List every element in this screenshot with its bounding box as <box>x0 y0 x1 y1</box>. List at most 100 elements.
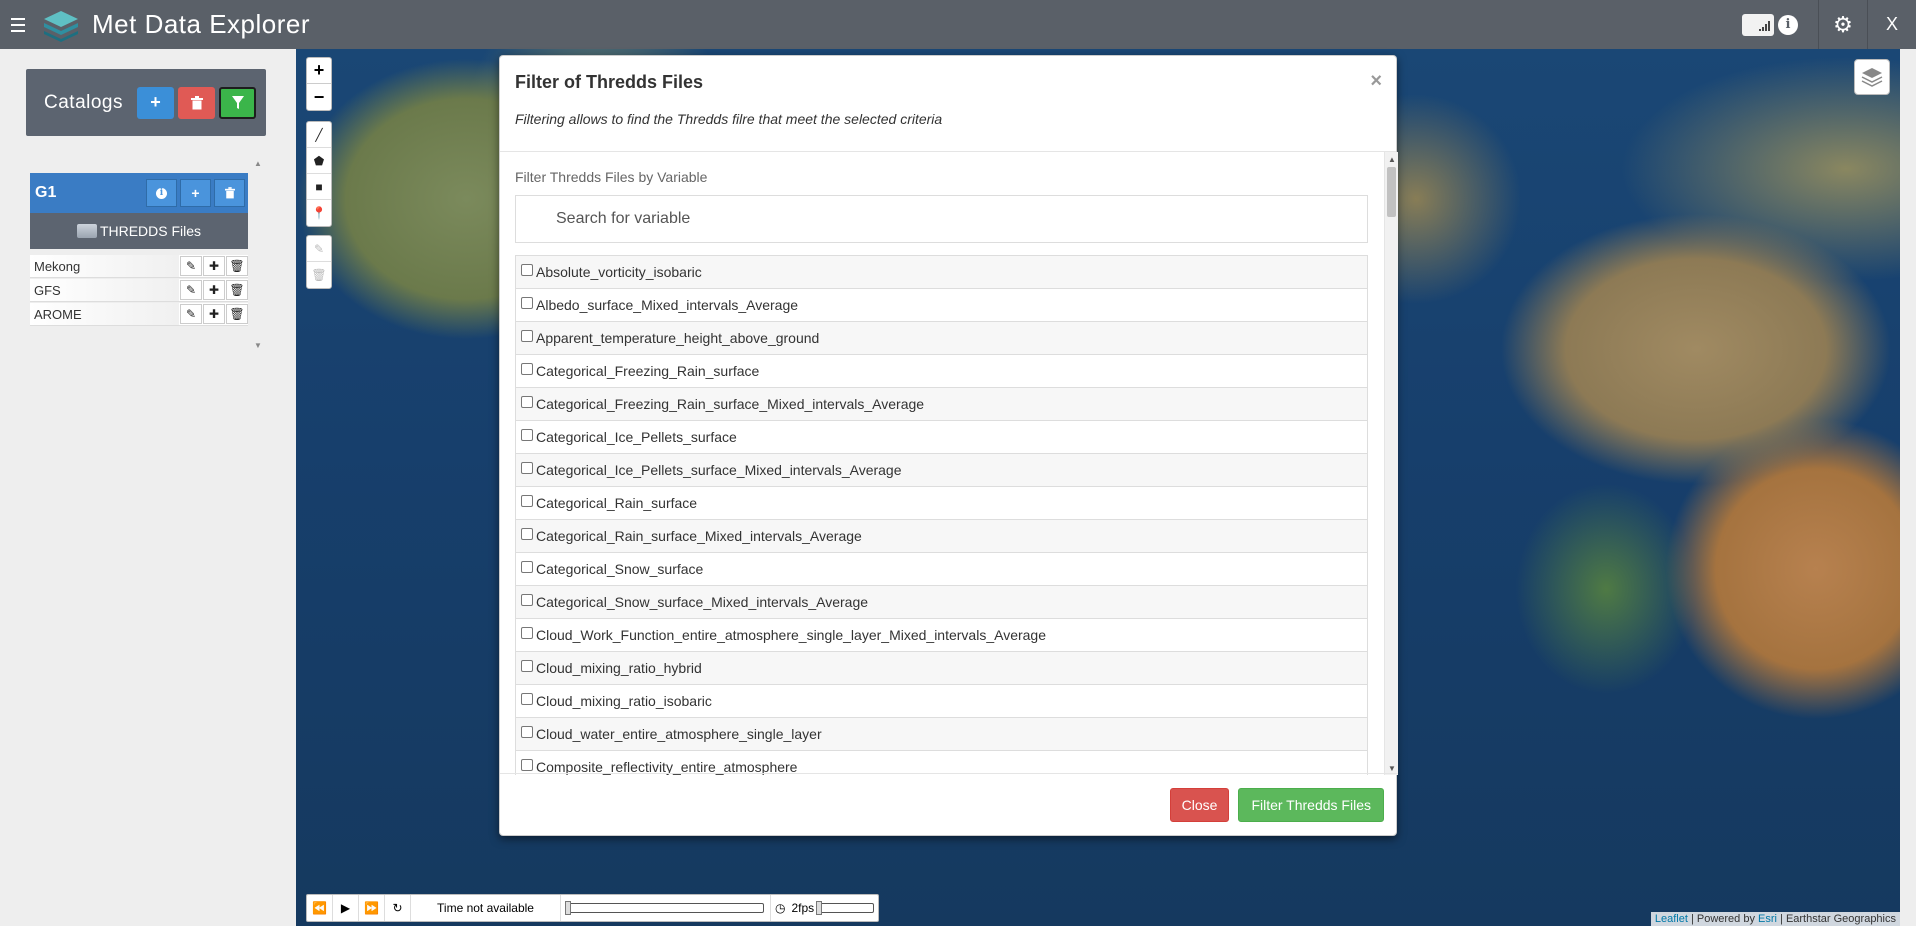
scroll-down-arrow-icon[interactable]: ▼ <box>254 341 262 350</box>
variable-checkbox[interactable] <box>521 627 533 639</box>
variable-row[interactable]: Categorical_Rain_surface <box>515 487 1368 520</box>
add-icon[interactable]: ✚ <box>203 304 225 324</box>
variable-row[interactable]: Cloud_water_entire_atmosphere_single_lay… <box>515 718 1368 751</box>
variable-checkbox[interactable] <box>521 594 533 606</box>
scroll-down-arrow-icon[interactable]: ▼ <box>1388 764 1396 773</box>
variable-row[interactable]: Cloud_Work_Function_entire_atmosphere_si… <box>515 619 1368 652</box>
variable-checkbox[interactable] <box>521 759 533 771</box>
variable-checkbox[interactable] <box>521 693 533 705</box>
loop-icon[interactable]: ↻ <box>385 895 411 921</box>
signal-icon[interactable] <box>1742 13 1774 36</box>
variable-row[interactable]: Categorical_Ice_Pellets_surface <box>515 421 1368 454</box>
step-forward-icon[interactable]: ⏩ <box>359 895 385 921</box>
trash-icon[interactable]: 🗑 <box>226 280 248 300</box>
filter-catalog-button[interactable] <box>219 86 256 119</box>
search-input[interactable]: Search for variable <box>515 195 1368 243</box>
list-item[interactable]: Mekong ✎ ✚ 🗑 <box>30 255 248 278</box>
group-header[interactable]: G1 i + <box>30 173 248 213</box>
draw-toolbar: ╱ ⬟ ■ 📍 <box>306 121 332 227</box>
modal-close-icon[interactable]: × <box>1370 70 1382 93</box>
modal-scrollbar[interactable]: ▲ ▼ <box>1384 152 1398 775</box>
time-slider-handle[interactable] <box>565 901 571 915</box>
group-add-button[interactable]: + <box>180 179 211 207</box>
filter-thredds-files-button[interactable]: Filter Thredds Files <box>1238 787 1384 822</box>
layers-icon[interactable] <box>1854 59 1890 95</box>
variable-row[interactable]: Composite_reflectivity_entire_atmosphere <box>515 751 1368 775</box>
gear-icon[interactable]: ⚙ <box>1819 0 1867 49</box>
zoom-out-button[interactable]: − <box>307 84 331 110</box>
variable-checkbox[interactable] <box>521 363 533 375</box>
variable-checkbox[interactable] <box>521 528 533 540</box>
variable-checkbox[interactable] <box>521 297 533 309</box>
leaflet-link[interactable]: Leaflet <box>1655 913 1688 925</box>
variable-checkbox[interactable] <box>521 264 533 276</box>
sidebar: Catalogs + ▲ G1 i + THREDDS Files Mekong… <box>0 49 296 926</box>
trash-icon[interactable]: 🗑 <box>226 256 248 276</box>
group-delete-button[interactable] <box>214 179 245 207</box>
filter-label: Filter Thredds Files by Variable <box>515 169 708 185</box>
variable-row[interactable]: Categorical_Rain_surface_Mixed_intervals… <box>515 520 1368 553</box>
delete-layers-icon[interactable]: 🗑 <box>307 262 331 288</box>
zoom-in-button[interactable]: + <box>307 58 331 84</box>
variable-checkbox[interactable] <box>521 462 533 474</box>
time-slider[interactable] <box>561 895 771 921</box>
delete-catalog-button[interactable] <box>178 86 215 119</box>
variable-checkbox[interactable] <box>521 495 533 507</box>
scroll-up-arrow-icon[interactable]: ▲ <box>1388 155 1396 164</box>
trash-icon[interactable]: 🗑 <box>226 304 248 324</box>
variable-row[interactable]: Categorical_Freezing_Rain_surface <box>515 355 1368 388</box>
modal-footer: Close Filter Thredds Files <box>500 773 1398 835</box>
variable-label: Categorical_Snow_surface_Mixed_intervals… <box>536 594 869 610</box>
variable-row[interactable]: Categorical_Ice_Pellets_surface_Mixed_in… <box>515 454 1368 487</box>
esri-link[interactable]: Esri <box>1758 913 1777 925</box>
clock-icon: ◷ <box>775 901 786 915</box>
variable-checkbox[interactable] <box>521 561 533 573</box>
group-info-button[interactable]: i <box>146 179 177 207</box>
variable-checkbox[interactable] <box>521 726 533 738</box>
variable-row[interactable]: Apparent_temperature_height_above_ground <box>515 322 1368 355</box>
play-icon[interactable]: ▶ <box>333 895 359 921</box>
thredds-files-bar[interactable]: THREDDS Files <box>30 213 248 249</box>
close-app-button[interactable]: X <box>1868 0 1916 49</box>
edit-pencil-icon[interactable]: ✎ <box>180 280 202 300</box>
variable-checkbox[interactable] <box>521 429 533 441</box>
fps-slider-handle[interactable] <box>816 901 823 915</box>
modal-title: Filter of Thredds Files <box>515 72 704 92</box>
step-backward-icon[interactable]: ⏪ <box>307 895 333 921</box>
fps-slider[interactable] <box>816 901 875 915</box>
variable-label: Categorical_Freezing_Rain_surface_Mixed_… <box>536 396 925 412</box>
info-icon[interactable]: i <box>1778 14 1798 35</box>
edit-layers-icon[interactable]: ✎ <box>307 236 331 262</box>
variable-checkbox[interactable] <box>521 396 533 408</box>
scroll-up-arrow-icon[interactable]: ▲ <box>254 159 262 168</box>
variable-row[interactable]: Cloud_mixing_ratio_hybrid <box>515 652 1368 685</box>
variable-row[interactable]: Categorical_Snow_surface_Mixed_intervals… <box>515 586 1368 619</box>
hamburger-menu-icon[interactable] <box>0 0 36 49</box>
add-icon[interactable]: ✚ <box>203 280 225 300</box>
edit-toolbar: ✎ 🗑 <box>306 235 332 289</box>
list-item[interactable]: AROME ✎ ✚ 🗑 <box>30 303 248 326</box>
draw-marker-icon[interactable]: 📍 <box>307 200 331 226</box>
list-item[interactable]: GFS ✎ ✚ 🗑 <box>30 279 248 302</box>
variable-label: Cloud_mixing_ratio_isobaric <box>536 693 712 709</box>
edit-pencil-icon[interactable]: ✎ <box>180 304 202 324</box>
edit-pencil-icon[interactable]: ✎ <box>180 256 202 276</box>
variable-row[interactable]: Absolute_vorticity_isobaric <box>515 256 1368 289</box>
close-button[interactable]: Close <box>1169 787 1230 822</box>
variable-label: Cloud_mixing_ratio_hybrid <box>536 660 702 676</box>
draw-polyline-icon[interactable]: ╱ <box>307 122 331 148</box>
variable-row[interactable]: Cloud_mixing_ratio_isobaric <box>515 685 1368 718</box>
variable-row[interactable]: Categorical_Snow_surface <box>515 553 1368 586</box>
draw-polygon-icon[interactable]: ⬟ <box>307 148 331 174</box>
add-catalog-button[interactable]: + <box>137 86 174 119</box>
draw-rectangle-icon[interactable]: ■ <box>307 174 331 200</box>
trash-icon <box>190 95 203 109</box>
info-icon: i <box>156 187 167 199</box>
variable-checkbox[interactable] <box>521 330 533 342</box>
variable-checkbox[interactable] <box>521 660 533 672</box>
variable-row[interactable]: Categorical_Freezing_Rain_surface_Mixed_… <box>515 388 1368 421</box>
variable-row[interactable]: Albedo_surface_Mixed_intervals_Average <box>515 289 1368 322</box>
add-icon[interactable]: ✚ <box>203 256 225 276</box>
scrollbar-thumb[interactable] <box>1387 167 1396 217</box>
app-logo <box>44 10 78 42</box>
